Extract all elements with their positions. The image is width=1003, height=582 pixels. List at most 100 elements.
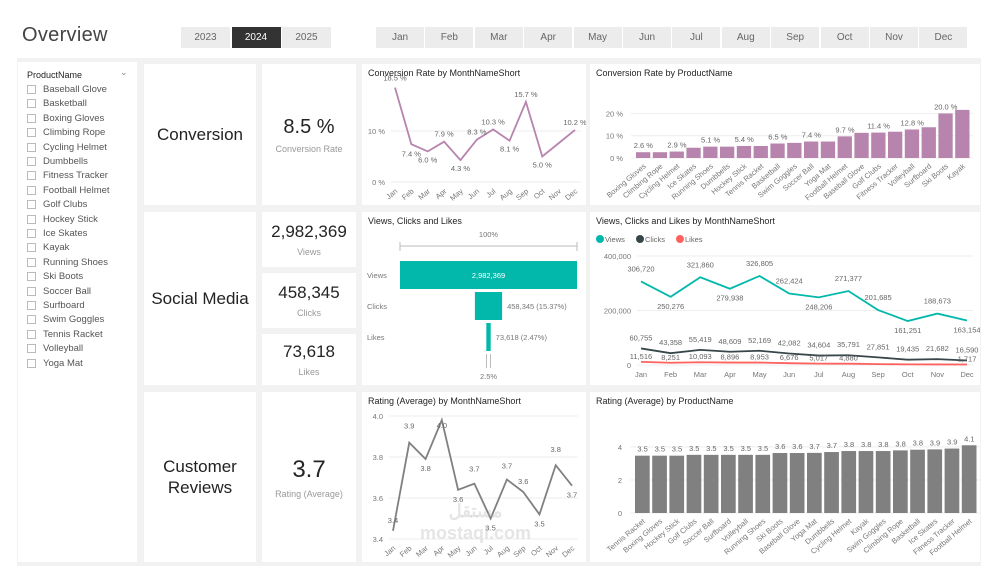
checkbox[interactable] (27, 99, 36, 109)
slicer-item[interactable]: Running Shoes (27, 257, 108, 268)
bar[interactable] (652, 152, 668, 158)
bar[interactable] (686, 147, 701, 158)
bar[interactable] (772, 453, 788, 513)
month-button-dec[interactable]: Dec (919, 27, 968, 48)
checkbox[interactable] (27, 185, 36, 195)
checkbox[interactable] (27, 315, 36, 325)
bar[interactable] (807, 452, 822, 513)
checkbox[interactable] (27, 301, 36, 310)
slicer-item[interactable]: Ski Boots (27, 271, 83, 282)
slicer-item[interactable]: Dumbbells (27, 156, 88, 167)
checkbox[interactable] (27, 200, 36, 210)
bar[interactable] (955, 109, 970, 158)
bar[interactable] (703, 146, 718, 158)
bar[interactable] (686, 454, 702, 513)
checkbox[interactable] (27, 142, 36, 152)
bar[interactable] (770, 143, 785, 158)
bar[interactable] (789, 453, 805, 513)
slicer-item[interactable]: Soccer Ball (27, 286, 91, 297)
bar[interactable] (944, 448, 960, 513)
bar[interactable] (854, 132, 869, 158)
bar[interactable] (804, 141, 819, 158)
bar[interactable] (738, 454, 753, 513)
bar[interactable] (837, 136, 852, 158)
bar[interactable] (824, 452, 839, 513)
checkbox[interactable] (27, 229, 36, 238)
bar[interactable] (871, 132, 886, 158)
checkbox[interactable] (27, 214, 36, 224)
slicer-item[interactable]: Football Helmet (27, 185, 110, 196)
bar[interactable] (888, 131, 903, 158)
month-button-feb[interactable]: Feb (425, 27, 474, 48)
slicer-item[interactable]: Volleyball (27, 343, 83, 354)
slicer-item[interactable]: Yoga Mat (27, 358, 83, 369)
slicer-item[interactable]: Baseball Glove (27, 84, 107, 95)
slicer-item[interactable]: Hockey Stick (27, 214, 98, 225)
bar[interactable] (904, 129, 920, 158)
slicer-item[interactable]: Tennis Racket (27, 329, 103, 340)
legend-label[interactable]: Views (605, 235, 625, 244)
month-button-oct[interactable]: Oct (820, 27, 869, 48)
bar[interactable] (636, 152, 651, 158)
bar[interactable] (787, 142, 802, 158)
month-button-mar[interactable]: Mar (474, 27, 523, 48)
checkbox[interactable] (27, 358, 36, 368)
bar[interactable] (755, 454, 771, 513)
month-button-sep[interactable]: Sep (771, 27, 820, 48)
slicer-item[interactable]: Basketball (27, 98, 87, 109)
bar[interactable] (938, 113, 953, 158)
bar[interactable] (820, 141, 836, 158)
checkbox[interactable] (27, 257, 36, 267)
checkbox[interactable] (27, 344, 36, 354)
legend-label[interactable]: Likes (685, 235, 703, 244)
bar[interactable] (652, 455, 667, 513)
slicer-item[interactable]: Kayak (27, 242, 69, 253)
bar[interactable] (669, 455, 685, 513)
bar[interactable] (927, 449, 943, 513)
year-button-2023[interactable]: 2023 (181, 27, 230, 48)
month-button-aug[interactable]: Aug (721, 27, 770, 48)
bar[interactable] (635, 455, 650, 513)
bar[interactable] (703, 454, 719, 513)
checkbox[interactable] (27, 329, 36, 339)
year-button-2024[interactable]: 2024 (231, 27, 281, 48)
funnel-bar-clicks[interactable] (474, 292, 503, 320)
checkbox[interactable] (27, 272, 36, 282)
slicer-item[interactable]: Boxing Gloves (27, 113, 104, 124)
slicer-item[interactable]: Climbing Rope (27, 127, 105, 138)
month-button-apr[interactable]: Apr (524, 27, 573, 48)
month-button-jan[interactable]: Jan (376, 27, 424, 48)
year-button-2025[interactable]: 2025 (282, 27, 331, 48)
funnel-bar-likes[interactable] (486, 323, 491, 351)
slicer-item[interactable]: Cycling Helmet (27, 142, 107, 153)
chevron-down-icon[interactable]: ⌄ (120, 67, 128, 78)
checkbox[interactable] (27, 85, 36, 94)
bar[interactable] (720, 146, 735, 158)
slicer-item[interactable]: Ice Skates (27, 228, 87, 239)
bar[interactable] (961, 445, 977, 513)
checkbox[interactable] (27, 286, 36, 296)
bar[interactable] (893, 450, 908, 513)
slicer-item[interactable]: Golf Clubs (27, 199, 87, 210)
checkbox[interactable] (27, 157, 36, 166)
month-button-jul[interactable]: Jul (672, 27, 721, 48)
bar[interactable] (753, 145, 768, 158)
month-button-may[interactable]: May (573, 27, 622, 48)
month-button-jun[interactable]: Jun (623, 27, 671, 48)
bar[interactable] (921, 127, 936, 158)
bar[interactable] (669, 151, 684, 158)
bar[interactable] (858, 451, 874, 513)
checkbox[interactable] (27, 243, 36, 253)
bar[interactable] (841, 451, 857, 513)
bar[interactable] (736, 145, 752, 158)
checkbox[interactable] (27, 113, 36, 123)
slicer-item[interactable]: Fitness Tracker (27, 170, 108, 181)
legend-label[interactable]: Clicks (645, 235, 665, 244)
bar[interactable] (721, 454, 736, 513)
checkbox[interactable] (27, 171, 36, 181)
bar[interactable] (875, 451, 891, 513)
bar[interactable] (910, 449, 925, 513)
month-button-nov[interactable]: Nov (870, 27, 918, 48)
slicer-item[interactable]: Surfboard (27, 300, 85, 311)
slicer-item[interactable]: Swim Goggles (27, 314, 104, 325)
